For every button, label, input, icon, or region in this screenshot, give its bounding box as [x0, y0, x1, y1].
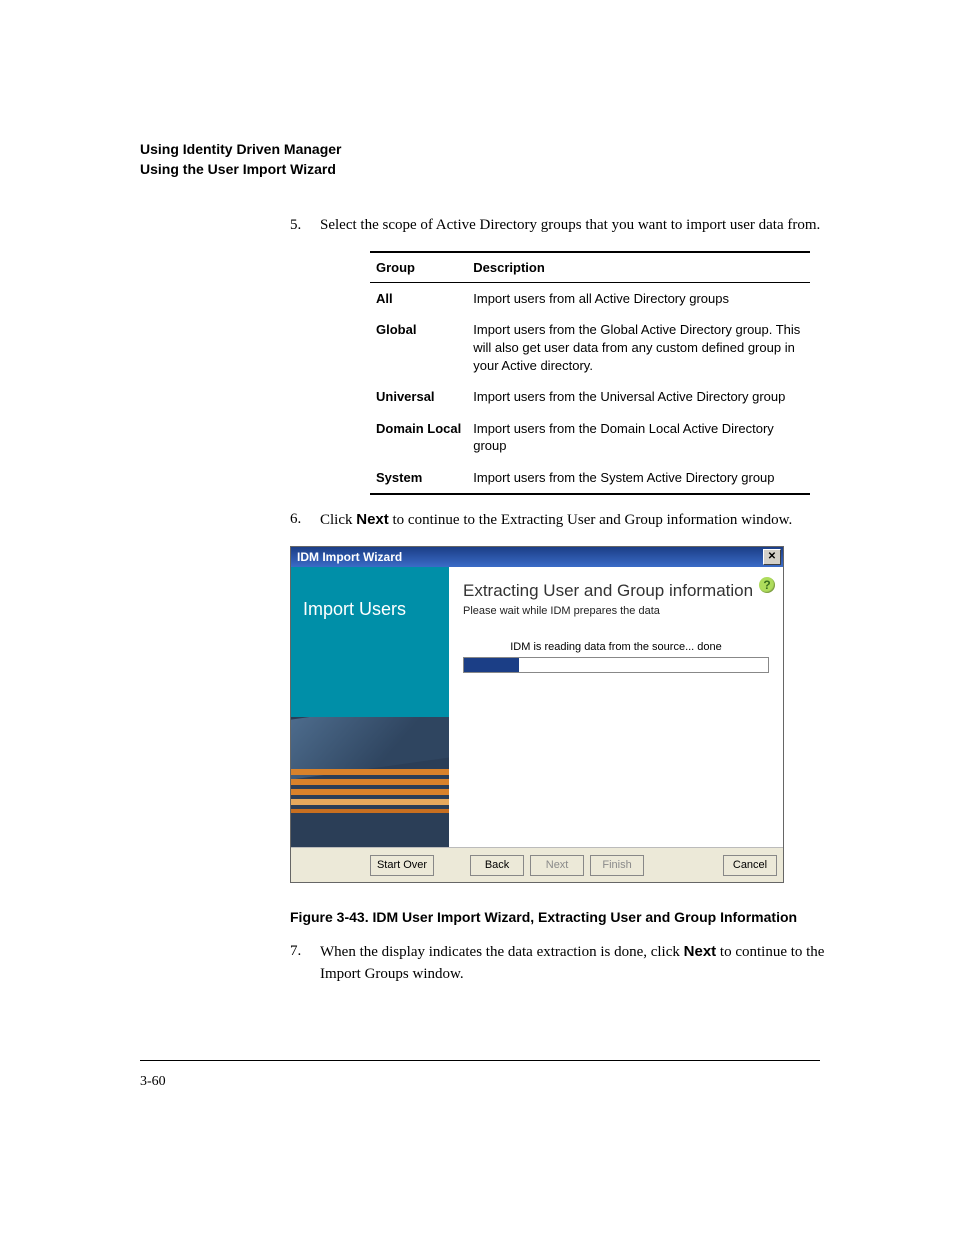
- table-row: System Import users from the System Acti…: [370, 462, 810, 495]
- help-icon[interactable]: ?: [759, 577, 775, 593]
- table-row: All Import users from all Active Directo…: [370, 282, 810, 314]
- page-number: 3-60: [140, 1074, 166, 1090]
- wizard-title: IDM Import Wizard: [297, 550, 763, 564]
- running-header: Using Identity Driven Manager Using the …: [140, 140, 834, 179]
- step-7-bold: Next: [684, 943, 717, 960]
- group-cell: All: [370, 282, 467, 314]
- step-7-number: 7.: [290, 941, 301, 963]
- wizard-side-graphic: [291, 717, 449, 847]
- running-header-line2: Using the User Import Wizard: [140, 160, 834, 180]
- desc-cell: Import users from the Domain Local Activ…: [467, 413, 810, 462]
- group-cell: Universal: [370, 381, 467, 413]
- desc-cell: Import users from the Universal Active D…: [467, 381, 810, 413]
- group-scope-table: Group Description All Import users from …: [370, 251, 810, 495]
- wizard-progress-label: IDM is reading data from the source... d…: [463, 641, 769, 653]
- desc-cell: Import users from the Global Active Dire…: [467, 314, 810, 381]
- group-table-head-group: Group: [370, 252, 467, 283]
- step-7: 7. When the display indicates the data e…: [290, 941, 830, 986]
- step-6-bold: Next: [356, 511, 389, 528]
- wizard-progress-fill: [464, 658, 519, 672]
- step-5-text: Select the scope of Active Directory gro…: [320, 217, 820, 233]
- wizard-titlebar: IDM Import Wizard ✕: [291, 547, 783, 567]
- step-7-text-prefix: When the display indicates the data extr…: [320, 944, 684, 960]
- footer-rule: [140, 1060, 820, 1061]
- step-5-number: 5.: [290, 215, 301, 237]
- figure-caption: Figure 3-43. IDM User Import Wizard, Ext…: [290, 909, 830, 925]
- wizard-footer: Start Over Back Next Finish Cancel: [291, 847, 783, 882]
- step-6-text-prefix: Click: [320, 512, 356, 528]
- step-6: 6. Click Next to continue to the Extract…: [290, 509, 830, 532]
- table-row: Global Import users from the Global Acti…: [370, 314, 810, 381]
- start-over-button[interactable]: Start Over: [370, 855, 434, 876]
- cancel-button[interactable]: Cancel: [723, 855, 777, 876]
- table-row: Universal Import users from the Universa…: [370, 381, 810, 413]
- back-button[interactable]: Back: [470, 855, 524, 876]
- table-row: Domain Local Import users from the Domai…: [370, 413, 810, 462]
- group-cell: Domain Local: [370, 413, 467, 462]
- step-5: 5. Select the scope of Active Directory …: [290, 215, 830, 237]
- close-icon[interactable]: ✕: [763, 549, 781, 565]
- wizard-main-panel: ? Extracting User and Group information …: [449, 567, 783, 847]
- step-6-text-suffix: to continue to the Extracting User and G…: [389, 512, 793, 528]
- group-cell: Global: [370, 314, 467, 381]
- next-button[interactable]: Next: [530, 855, 584, 876]
- wizard-heading: Extracting User and Group information: [463, 581, 769, 601]
- desc-cell: Import users from all Active Directory g…: [467, 282, 810, 314]
- step-6-number: 6.: [290, 509, 301, 531]
- group-table-head-description: Description: [467, 252, 810, 283]
- wizard-window: IDM Import Wizard ✕ Import Users ?: [290, 546, 784, 883]
- wizard-subtext: Please wait while IDM prepares the data: [463, 605, 769, 617]
- wizard-progress-bar: [463, 657, 769, 673]
- running-header-line1: Using Identity Driven Manager: [140, 140, 834, 160]
- wizard-side-panel: Import Users: [291, 567, 449, 847]
- desc-cell: Import users from the System Active Dire…: [467, 462, 810, 495]
- group-cell: System: [370, 462, 467, 495]
- wizard-side-title: Import Users: [291, 567, 449, 717]
- finish-button[interactable]: Finish: [590, 855, 644, 876]
